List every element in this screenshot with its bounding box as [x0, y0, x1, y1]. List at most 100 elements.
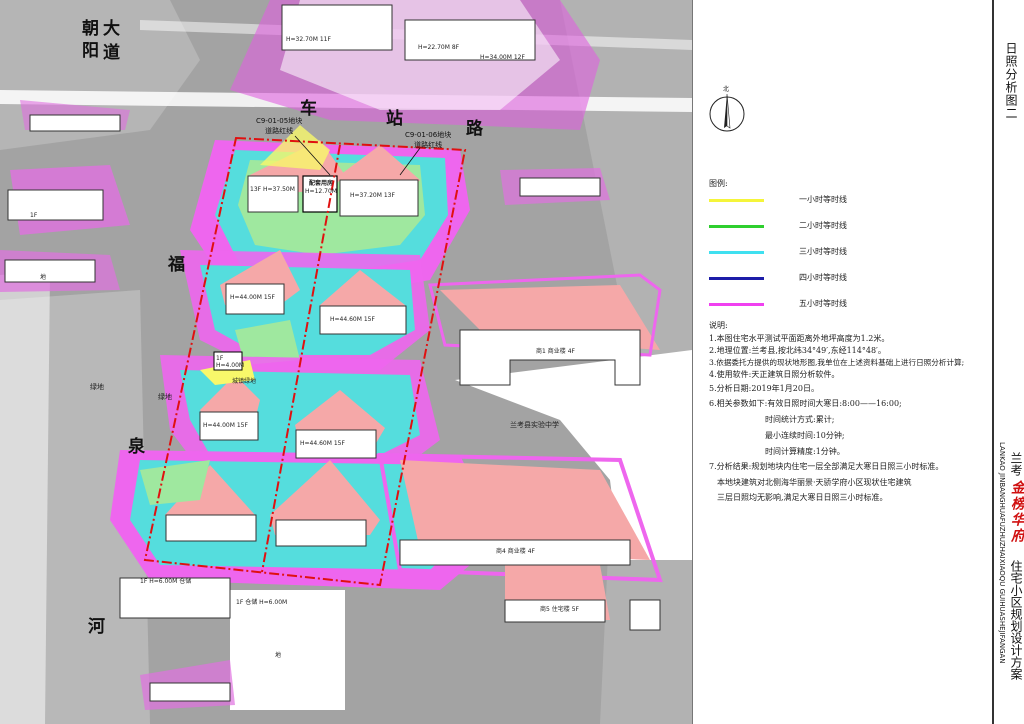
north-bldg-floors-1: 11F [319, 36, 331, 43]
shang5-label: 商5 住宅楼 5F [540, 604, 579, 613]
north-bldg-1 [281, 4, 393, 51]
shang4-type: 商业楼 [507, 548, 526, 555]
road-label-quan: 泉 [128, 437, 145, 457]
legend-item: 三小时等时线 [709, 246, 909, 258]
bldg-floors-4: 15F [363, 316, 375, 323]
note-line-8: 最小连续时间:10分钟; [765, 431, 845, 440]
storage-2-height: H=6.00M [259, 599, 288, 606]
north-bldg-label-2: H=22.70M 8F [418, 44, 459, 51]
north-bldg-floors-2: 8F [451, 44, 460, 51]
storage-2-type: 仓储 [245, 599, 258, 606]
west-bldg-floors: 1F [30, 212, 38, 219]
north-bldg-floors-3: 12F [513, 54, 525, 61]
kiosk-label: 1F H=4.00M [216, 355, 244, 369]
note-line-5: 5.分析日期:2019年1月20日。 [709, 384, 819, 393]
note-line-9: 时间计算精度:1分钟。 [765, 447, 845, 456]
shang4-name: 商4 [496, 548, 506, 555]
bldg-label-1: 13F H=37.50M [250, 186, 295, 193]
redline-right-1: C9-01-06地块 [405, 131, 452, 139]
title-block: 日照分析图二 LANKAO JINBANGHUAFUZHUZHAIXIAOQU … [992, 0, 1024, 724]
bldg-height-3: H=44.00M [230, 294, 262, 301]
bldg-height-4: H=44.60M [330, 316, 362, 323]
shang5-name: 商5 [540, 606, 550, 613]
shang1-type: 商业楼 [547, 348, 566, 355]
project-prefix: 兰考 [1009, 452, 1023, 476]
shang1-label: 商1 商业楼 4F [536, 346, 575, 355]
label-green-b: 绿地 [158, 393, 172, 401]
bldg-label-6: H=44.60M 15F [300, 440, 345, 447]
label-garden: 城镇绿地 [232, 378, 257, 385]
legend-label-1: 一小时等时线 [799, 195, 847, 204]
bldg-floors-5: 15F [236, 422, 248, 429]
project-pinyin: LANKAO JINBANGHUAFUZHUZHAIXIAOQU GUIHUAS… [998, 442, 1006, 664]
storage-1-label: 1F H=6.00M 仓储 [140, 576, 191, 585]
storage-ground [230, 590, 345, 710]
storage-1-height: H=6.00M [149, 578, 178, 585]
north-arrow: 北 [707, 86, 747, 136]
note-line-6: 6.相关参数如下:有效日照时间大寒日:8:00——16:00; [709, 399, 902, 408]
label-green-a: 绿地 [90, 383, 104, 391]
note-line-3: 3.依据委托方提供的现状地形图,我单位在上述资料基础上进行日照分析计算; [709, 358, 965, 367]
north-bldg-height-3: H=34.00M [480, 54, 512, 61]
note-line-7: 时间统计方式:累计; [765, 415, 835, 424]
redline-label-right: C9-01-06地块 道路红线 [405, 130, 451, 150]
legend-label-3: 三小时等时线 [799, 247, 847, 256]
sunlight-analysis-map: 朝 阳 大 道 车 站 路 福 泉 河 C9-01-05地块 道路红线 C9-0… [0, 0, 692, 724]
road-label-dao: 道 [103, 43, 120, 63]
legend-swatch-5 [709, 303, 764, 306]
bldg-height-1: H=37.50M [263, 186, 295, 193]
legend-title: 图例: [709, 179, 728, 188]
bldg-floors-1: 13F [250, 186, 262, 193]
bldg-floors-3: 15F [263, 294, 275, 301]
legend-item: 五小时等时线 [709, 298, 909, 310]
redline-left-2: 道路红线 [265, 127, 294, 135]
bldg-height-5: H=44.00M [203, 422, 235, 429]
bldg-label-3: H=44.00M 15F [230, 294, 275, 301]
legend-swatch-4 [709, 277, 764, 280]
note-line-10: 7.分析结果:规划地块内住宅一层全部满足大寒日日照三小时标准。 [709, 462, 944, 471]
bldg-label-4: H=44.60M 15F [330, 316, 375, 323]
redline-left-1: C9-01-05地块 [256, 117, 303, 125]
legend-swatch-2 [709, 225, 764, 228]
north-bldg-label-3: H=34.00M 12F [480, 54, 525, 61]
legend-panel: 北 图例: 一小时等时线 二小时等时线 三小时等时线 四小时等时线 五小时等时线… [692, 0, 993, 724]
note-line-1: 1.本图住宅水平测试平面距离外地坪高度为1.2米。 [709, 334, 890, 343]
shang5-type: 住宅楼 [551, 606, 570, 613]
facility-height: H=12.70M [305, 188, 337, 195]
legend-label-5: 五小时等时线 [799, 299, 847, 308]
facility-label: 配套用房 H=12.70M [305, 180, 337, 196]
north-label: 北 [723, 86, 730, 93]
note-line-4: 4.使用软件:天正建筑日照分析软件。 [709, 370, 840, 379]
west-bldg-1 [7, 189, 104, 221]
bldg-label-5: H=44.00M 15F [203, 422, 248, 429]
south-bldg-1 [149, 682, 231, 702]
bldg-7-footprint [165, 514, 257, 542]
north-bldg-height-1: H=32.70M [286, 36, 318, 43]
north-bldg-height-2: H=22.70M [418, 44, 450, 51]
road-label-che: 车 [300, 99, 317, 119]
north-arrow-icon [709, 93, 745, 132]
bldg-floors-2: 13F [383, 192, 395, 199]
shang5-floors: 5F [571, 606, 579, 613]
bldg-label-2: H=37.20M 13F [350, 192, 395, 199]
project-suffix: 住宅小区规划设计方案 [1009, 560, 1023, 680]
label-school: 兰考县实验中学 [510, 421, 559, 429]
north-bldg-label-1: H=32.70M 11F [286, 36, 331, 43]
bldg-floors-6: 15F [333, 440, 345, 447]
note-line-11: 本地块建筑对北侧海华丽景·天骄学府小区现状住宅建筑 [717, 478, 912, 487]
storage-1-floors: 1F [140, 578, 148, 585]
west-strip [0, 272, 50, 724]
redline-right-2: 道路红线 [414, 141, 443, 149]
project-name: 金榜华府 [1009, 480, 1024, 544]
notes-heading: 说明: [709, 321, 728, 330]
note-line-2: 2.地理位置:兰考县,按北纬34°49′,东经114°48′。 [709, 346, 886, 355]
facility-title: 配套用房 [308, 180, 333, 187]
kiosk-height: H=4.00M [216, 362, 245, 369]
west-bldg-2 [4, 259, 96, 283]
redline-label-left: C9-01-05地块 道路红线 [256, 116, 302, 136]
east-bldg-1 [519, 177, 601, 197]
legend-item: 四小时等时线 [709, 272, 909, 284]
road-label-da: 大 [103, 19, 120, 39]
legend-item: 一小时等时线 [709, 194, 909, 206]
legend-label-2: 二小时等时线 [799, 221, 847, 230]
